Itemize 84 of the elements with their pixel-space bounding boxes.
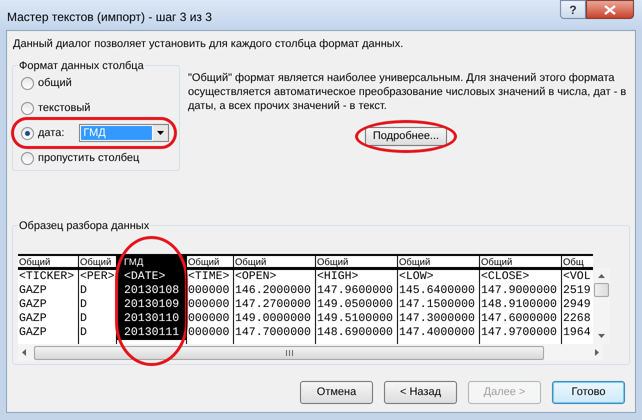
scroll-thumb[interactable] [594,283,609,297]
preview-cell-text: 148.9100000 [480,298,558,312]
preview-cell-text: <LOW> [398,270,435,284]
preview-cell-text: <VOL [562,270,592,284]
preview-cell-text: 147.9600000 [316,284,394,298]
preview-cell-text: GAZP [18,326,48,340]
radio-button[interactable] [21,126,34,140]
right-arrow-icon [595,349,599,356]
column-format-label[interactable]: Общий [18,256,78,270]
format-description: "Общий" формат является наиболее универсальным. Для значений этого формата осуществляется автоматическое преобразование числовых значений в числа, дат - в даты, а всех прочих значений - в текст. [188,71,628,113]
grip-icon [286,350,292,356]
preview-cell-text: 1964 [562,326,592,340]
column-format-label[interactable]: ГМД [117,256,186,270]
preview-cell-text: 2268 [562,312,592,326]
preview-cell-text: GAZP [18,298,48,312]
preview-cell-text: 000000 [187,284,230,298]
preview-cell-text: 2949 [562,298,592,312]
dialog-button[interactable]: < Назад [384,381,457,404]
preview-cell-text: 149.0500000 [316,298,394,312]
radio-label: текстовый [38,101,90,115]
horizontal-scrollbar[interactable] [18,344,603,361]
column-format-label[interactable]: Общ [562,256,593,270]
preview-cell: 20130109 [117,298,186,312]
radio-label: общий [38,76,72,90]
radio-label: пропустить столбец [38,151,140,165]
preview-cell-text: 147.7000000 [234,326,312,340]
preview-cell-text: 147.9000000 [480,284,558,298]
close-icon [604,4,616,14]
dialog-button[interactable]: Отмена [300,381,373,404]
preview-cell: <DATE> [117,270,186,284]
preview-cell-text: D [79,284,88,298]
preview-cell-text: 149.5100000 [316,312,394,326]
left-arrow-icon [22,349,26,356]
preview-cell: 20130110 [117,312,186,326]
radio-button[interactable] [21,76,34,90]
preview-cell: 20130108 [117,284,186,298]
preview-cell-text: <HIGH> [316,270,360,284]
preview-cell-text: 000000 [187,312,230,326]
preview-cell-text: <OPEN> [234,270,278,284]
column-format-label[interactable]: Общий [316,256,397,270]
more-button[interactable]: Подробнее... [365,127,447,146]
preview-cell: 20130111 [117,326,186,340]
preview-cell-text: D [79,298,88,312]
preview-cell-text: 000000 [187,298,230,312]
column-format-label[interactable]: Общий [398,256,479,270]
preview-cell-text: 145.6400000 [398,284,476,298]
dialog-button[interactable]: Готово [552,381,625,404]
preview-cell-text: GAZP [18,284,48,298]
preview-cell-text: <TIME> [187,270,230,284]
up-arrow-icon [598,274,605,278]
caret-icon [157,131,164,135]
close-button[interactable] [586,0,634,19]
intro-text: Данный диалог позволяет установить для каждого столбца формат данных. [13,37,404,52]
preview-cell-text: 147.2700000 [234,298,312,312]
radio-label: дата: [38,126,64,140]
preview-cell-text: 149.0000000 [234,312,312,326]
preview-cell-text: 000000 [187,326,230,340]
vertical-scrollbar[interactable] [593,268,610,344]
preview-cell-text: 147.9700000 [480,326,558,340]
window-title: Мастер текстов (импорт) - шаг 3 из 3 [7,9,212,26]
preview-cell-text: <CLOSE> [480,270,530,284]
preview-cell-text: D [79,326,88,340]
preview-cell-text: 147.1500000 [398,298,476,312]
column-format-label[interactable]: Общий [79,256,116,270]
preview-cell-text: D [79,312,88,326]
preview-cell-text: 148.6900000 [316,326,394,340]
group-title: Образец разбора данных [18,218,150,234]
preview-cell-text: 2519 [562,284,592,298]
radio-button[interactable] [21,152,34,164]
help-button[interactable]: ? [560,0,586,19]
preview-cell-text: <TICKER> [18,270,76,284]
column-format-label[interactable]: Общий [480,256,561,270]
preview-cell-text: 147.6000000 [480,312,558,326]
down-arrow-icon [598,334,605,338]
scroll-thumb[interactable] [34,346,544,360]
column-format-label[interactable]: Общий [234,256,315,270]
preview-cell-text: GAZP [18,312,48,326]
radio-button[interactable] [21,102,34,114]
column-format-label[interactable]: Общий [187,256,233,270]
group-title: Формат данных столбца [18,58,145,74]
preview-cell-text: 147.4000000 [398,326,476,340]
preview-cell-text: 146.2000000 [234,284,312,298]
preview-cell: <PER> [79,270,116,284]
preview-cell-text: 147.3000000 [398,312,476,326]
